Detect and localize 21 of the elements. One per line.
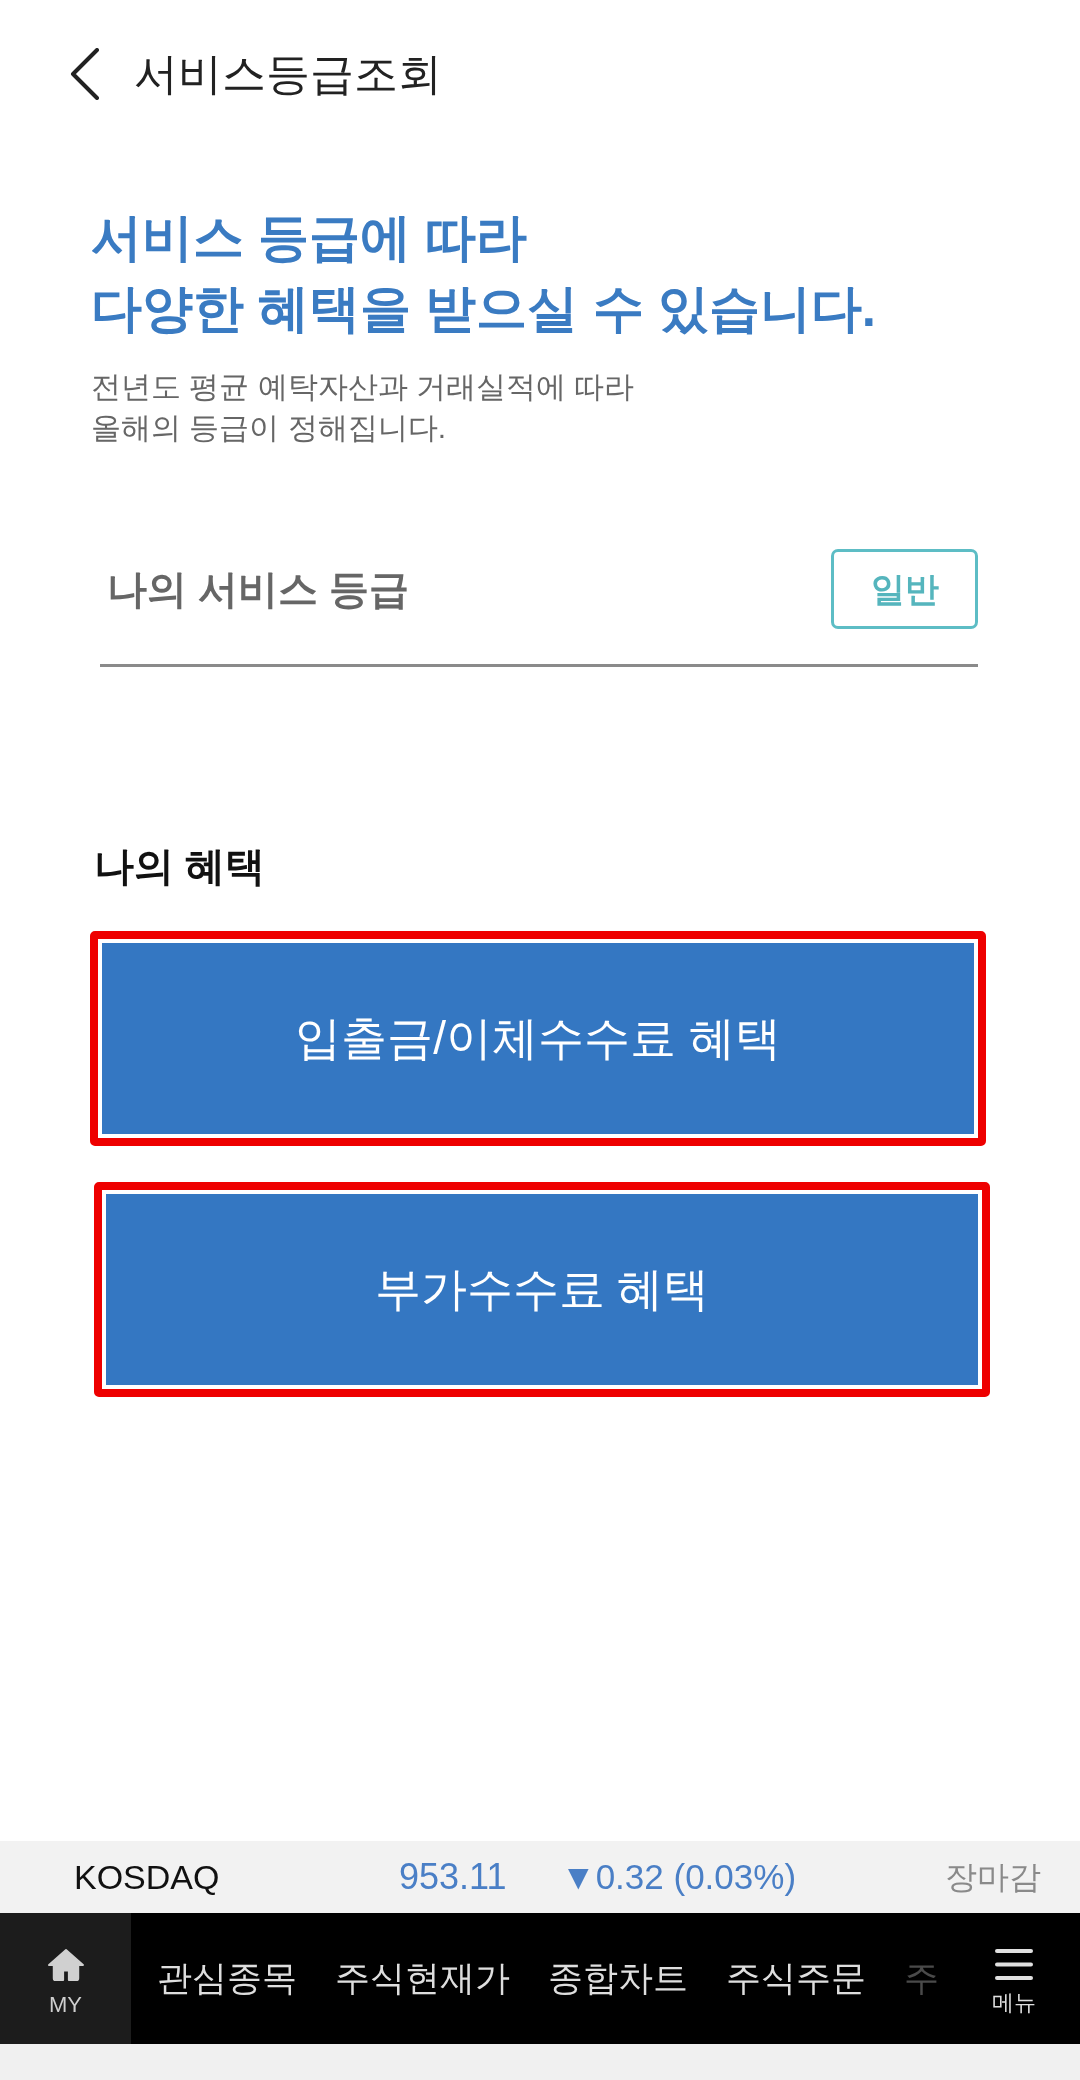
page-title: 서비스등급조회: [134, 52, 442, 96]
description: 전년도 평균 예탁자산과 거래실적에 따라 올해의 등급이 정해집니다.: [91, 369, 635, 446]
grade-badge: 일반: [831, 549, 978, 629]
menu-button[interactable]: 메뉴: [954, 1913, 1074, 2044]
nav-tab[interactable]: 주식주문: [726, 1952, 866, 2005]
nav-tab[interactable]: 종합차트: [548, 1952, 688, 2005]
benefit-button[interactable]: 부가수수료 혜택: [106, 1194, 978, 1385]
back-icon[interactable]: [69, 48, 101, 100]
grade-label: 나의 서비스 등급: [107, 566, 410, 613]
home-icon: [46, 1947, 85, 1982]
index-value: 953.11: [399, 1855, 507, 1899]
benefit-button[interactable]: 입출금/이체수수료 혜택: [102, 943, 974, 1134]
market-status: 장마감: [945, 1858, 1041, 1897]
nav-tab[interactable]: 주식현재가: [335, 1952, 510, 2005]
home-button[interactable]: MY: [0, 1913, 131, 2044]
menu-icon: [995, 1949, 1033, 1980]
headline: 서비스 등급에 따라 다양한 혜택을 받으실 수 있습니다.: [91, 208, 876, 339]
index-name: KOSDAQ: [74, 1856, 220, 1898]
index-change: ▼0.32 (0.03%): [561, 1855, 797, 1898]
section-title: 나의 혜택: [94, 843, 266, 890]
nav-tab[interactable]: 관심종목: [157, 1952, 297, 2005]
